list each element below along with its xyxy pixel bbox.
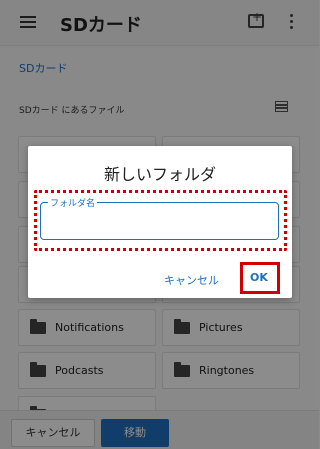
dialog-ok-button[interactable]: OK: [250, 271, 268, 284]
new-folder-dialog: 新しいフォルダ フォルダ名 キャンセル OK: [28, 146, 292, 298]
dialog-title: 新しいフォルダ: [103, 165, 216, 184]
folder-name-label: フォルダ名: [48, 196, 98, 209]
dialog-cancel-button[interactable]: キャンセル: [164, 272, 219, 288]
folder-name-input[interactable]: [47, 211, 267, 231]
